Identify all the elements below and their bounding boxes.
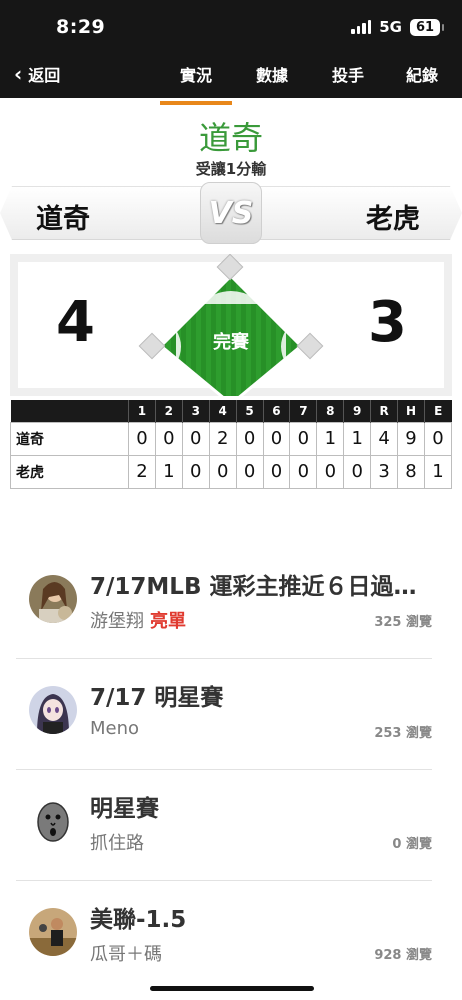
row-team: 道奇 (10, 421, 129, 456)
home-indicator (150, 986, 314, 991)
post-author: 瓜哥＋碼 (90, 940, 162, 966)
post-list: 7/17MLB 運彩主推近６日過… 游堡翔 亮單 325 瀏覽 7/17 明星賽 … (0, 548, 462, 992)
score-cell: 0 (262, 421, 291, 456)
post-badge: 亮單 (150, 611, 186, 632)
score-cell: 1 (316, 421, 345, 456)
tab-live[interactable]: 實況 (159, 62, 233, 105)
battery-icon: 61 (410, 18, 444, 36)
post-views: 0 瀏覽 (392, 837, 432, 852)
avatar-photo-man-icon (29, 908, 77, 956)
baseball-diamond-icon (138, 254, 324, 396)
game-status: 完賽 (213, 332, 249, 353)
away-team-bar (0, 186, 204, 240)
list-item[interactable]: 美聯-1.5 瓜哥＋碼 928 瀏覽 (16, 881, 432, 992)
post-author-name: 瓜哥＋碼 (90, 944, 162, 965)
score-cell: 1 (423, 454, 453, 489)
post-title: 明星賽 (90, 796, 159, 822)
list-item[interactable]: 明星賽 抓住路 0 瀏覽 (16, 770, 432, 881)
home-score: 3 (368, 290, 407, 355)
game-subtitle: 受讓1分輸 (195, 160, 267, 178)
score-cell: 0 (289, 454, 318, 489)
score-cell: 0 (316, 454, 345, 489)
score-cell: 0 (181, 421, 210, 456)
score-cell: 2 (208, 421, 237, 456)
signal-icon (351, 20, 372, 34)
post-author-name: 游堡翔 (90, 611, 144, 632)
status-indicators: 5G 61 (351, 18, 444, 36)
post-author-name: 抓住路 (90, 833, 144, 854)
tab-stats[interactable]: 數據 (256, 62, 288, 86)
score-cell: 3 (370, 454, 399, 489)
header-cell: 5 (235, 400, 264, 422)
app-header: 8:29 5G 61 ‹ 返回 實況 數據 投手 紀錄 (0, 0, 462, 105)
avatar-cartoon-face-icon (29, 797, 77, 845)
score-cell: 0 (343, 454, 372, 489)
score-cell: 9 (397, 421, 425, 456)
box-score-table: 1 2 3 4 5 6 7 8 9 R H E 道奇 0 0 0 2 0 0 0… (10, 400, 453, 489)
header-cell: 6 (262, 400, 290, 422)
score-cell: 0 (289, 421, 318, 456)
avatar-photo-woman-icon (29, 575, 77, 623)
score-cell: 0 (235, 454, 264, 489)
table-row: 道奇 0 0 0 2 0 0 0 1 1 4 9 0 (10, 421, 453, 456)
score-cell: 0 (262, 454, 291, 489)
post-views: 928 瀏覽 (374, 948, 432, 963)
post-author: Meno (90, 718, 139, 739)
post-title: 7/17MLB 運彩主推近６日過… (90, 574, 417, 600)
list-item[interactable]: 7/17 明星賽 Meno 253 瀏覽 (16, 659, 432, 770)
post-title: 7/17 明星賽 (90, 685, 224, 711)
header-cell: 1 (128, 400, 156, 422)
score-cell: 0 (423, 421, 453, 456)
away-team-name: 道奇 (36, 204, 90, 235)
score-cell: 2 (128, 454, 156, 489)
post-title: 美聯-1.5 (90, 907, 187, 933)
post-author: 抓住路 (90, 829, 144, 855)
score-cell: 0 (208, 454, 237, 489)
score-cell: 1 (154, 454, 183, 489)
row-team: 老虎 (10, 454, 129, 489)
table-row: 老虎 2 1 0 0 0 0 0 0 0 3 8 1 (10, 454, 453, 489)
header-cell: 3 (181, 400, 210, 422)
score-cell: 4 (370, 421, 399, 456)
score-cell: 0 (235, 421, 264, 456)
header-cell: 2 (154, 400, 183, 422)
home-team-name: 老虎 (366, 204, 420, 235)
header-cell: H (397, 400, 425, 422)
header-cell: 4 (208, 400, 237, 422)
list-item[interactable]: 7/17MLB 運彩主推近６日過… 游堡翔 亮單 325 瀏覽 (16, 548, 432, 659)
header-cell (10, 400, 129, 422)
score-cell: 8 (397, 454, 425, 489)
tab-records[interactable]: 紀錄 (406, 62, 438, 86)
status-time: 8:29 (56, 16, 106, 38)
tab-bar: 實況 數據 投手 紀錄 (0, 62, 462, 105)
score-cell: 0 (181, 454, 210, 489)
header-cell: 8 (316, 400, 344, 422)
post-views: 325 瀏覽 (374, 615, 432, 630)
score-cell: 0 (154, 421, 183, 456)
away-score: 4 (56, 290, 95, 355)
header-cell: 9 (343, 400, 371, 422)
avatar-anime-girl-icon (29, 686, 77, 734)
header-cell: E (423, 400, 452, 422)
post-author: 游堡翔 亮單 (90, 607, 186, 633)
score-cell: 1 (343, 421, 372, 456)
score-cell: 0 (128, 421, 156, 456)
post-views: 253 瀏覽 (374, 726, 432, 741)
tab-pitchers[interactable]: 投手 (332, 62, 364, 86)
vs-badge: VS (200, 182, 262, 244)
header-cell: 7 (289, 400, 317, 422)
header-cell: R (370, 400, 398, 422)
post-author-name: Meno (90, 718, 140, 739)
box-score-header: 1 2 3 4 5 6 7 8 9 R H E (10, 400, 452, 422)
game-title: 道奇 (198, 119, 263, 157)
network-label: 5G (379, 18, 402, 36)
home-team-bar (258, 186, 462, 240)
